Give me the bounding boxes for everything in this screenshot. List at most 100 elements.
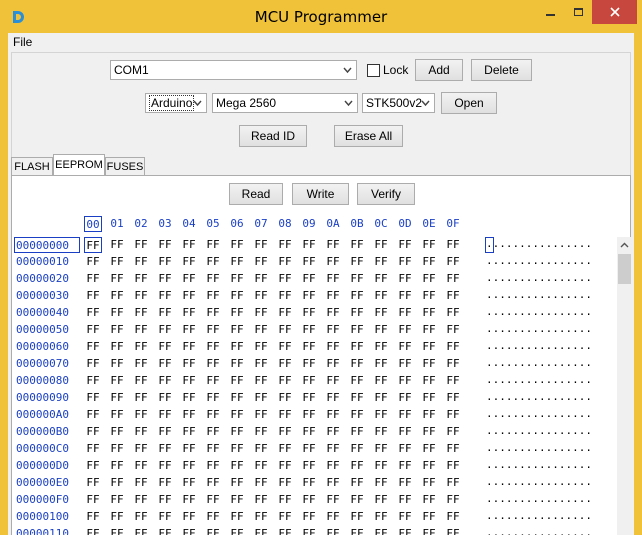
hex-cell[interactable]: FF: [276, 424, 294, 440]
hex-cell[interactable]: FF: [228, 509, 246, 525]
hex-cell[interactable]: FF: [108, 390, 126, 406]
scroll-thumb[interactable]: [618, 254, 631, 284]
hex-cell[interactable]: FF: [372, 458, 390, 474]
hex-cell[interactable]: FF: [84, 424, 102, 440]
hex-cell[interactable]: FF: [252, 271, 270, 287]
hex-cell[interactable]: FF: [276, 475, 294, 491]
hex-cell[interactable]: FF: [180, 305, 198, 321]
hex-cell[interactable]: FF: [276, 356, 294, 372]
hex-cell[interactable]: FF: [300, 356, 318, 372]
hex-cell[interactable]: FF: [204, 492, 222, 508]
hex-cell[interactable]: FF: [108, 356, 126, 372]
hex-cell[interactable]: FF: [180, 475, 198, 491]
hex-cell[interactable]: FF: [84, 475, 102, 491]
hex-cell[interactable]: FF: [396, 492, 414, 508]
hex-cell[interactable]: FF: [276, 339, 294, 355]
hex-cell[interactable]: FF: [132, 339, 150, 355]
add-port-button[interactable]: Add: [415, 59, 463, 81]
hex-cell[interactable]: FF: [444, 424, 462, 440]
hex-cell[interactable]: FF: [84, 373, 102, 389]
hex-cell[interactable]: FF: [84, 356, 102, 372]
hex-cell[interactable]: FF: [108, 339, 126, 355]
hex-cell[interactable]: FF: [348, 526, 366, 535]
verify-button[interactable]: Verify: [357, 183, 415, 205]
hex-cell[interactable]: FF: [108, 441, 126, 457]
ascii-row[interactable]: ................: [486, 356, 610, 372]
hex-cell[interactable]: FF: [156, 237, 174, 253]
hex-cell[interactable]: FF: [276, 288, 294, 304]
hex-cell[interactable]: FF: [324, 509, 342, 525]
hex-cell[interactable]: FF: [276, 407, 294, 423]
hex-cell[interactable]: FF: [324, 492, 342, 508]
tab-eeprom[interactable]: EEPROM: [53, 154, 105, 175]
hex-cell[interactable]: FF: [132, 373, 150, 389]
hex-cell[interactable]: FF: [300, 373, 318, 389]
hex-cell[interactable]: FF: [324, 424, 342, 440]
hex-cell[interactable]: FF: [156, 509, 174, 525]
hex-cell[interactable]: FF: [180, 407, 198, 423]
hex-cell[interactable]: FF: [420, 475, 438, 491]
title-bar[interactable]: MCU Programmer: [0, 0, 642, 33]
hex-cell[interactable]: FF: [156, 492, 174, 508]
hex-cell[interactable]: FF: [396, 475, 414, 491]
hex-cell[interactable]: FF: [204, 305, 222, 321]
hex-cell[interactable]: FF: [300, 271, 318, 287]
ascii-row[interactable]: ................: [486, 475, 610, 491]
hex-cell[interactable]: FF: [108, 271, 126, 287]
hex-cell[interactable]: FF: [108, 458, 126, 474]
hex-cell[interactable]: FF: [252, 475, 270, 491]
hex-cell[interactable]: FF: [420, 441, 438, 457]
hex-cell[interactable]: FF: [228, 475, 246, 491]
hex-cell[interactable]: FF: [252, 237, 270, 253]
open-button[interactable]: Open: [441, 92, 497, 114]
hex-cell[interactable]: FF: [348, 271, 366, 287]
hex-cell[interactable]: FF: [372, 322, 390, 338]
hex-cell[interactable]: FF: [228, 526, 246, 535]
hex-cell[interactable]: FF: [252, 424, 270, 440]
hex-cell[interactable]: FF: [132, 492, 150, 508]
hex-cell[interactable]: FF: [372, 509, 390, 525]
hex-cell[interactable]: FF: [276, 254, 294, 270]
hex-cell[interactable]: FF: [420, 322, 438, 338]
read-button[interactable]: Read: [229, 183, 283, 205]
hex-cell[interactable]: FF: [420, 526, 438, 535]
hex-cell[interactable]: FF: [276, 458, 294, 474]
hex-cell[interactable]: FF: [348, 356, 366, 372]
hex-cell[interactable]: FF: [420, 492, 438, 508]
hex-cell[interactable]: FF: [132, 475, 150, 491]
hex-cell[interactable]: FF: [156, 407, 174, 423]
hex-cell[interactable]: FF: [108, 237, 126, 253]
hex-cell[interactable]: FF: [180, 271, 198, 287]
hex-cell[interactable]: FF: [180, 492, 198, 508]
hex-cell[interactable]: FF: [348, 492, 366, 508]
hex-cell[interactable]: FF: [204, 390, 222, 406]
hex-cell[interactable]: FF: [252, 305, 270, 321]
hex-cell[interactable]: FF: [396, 526, 414, 535]
hex-cell[interactable]: FF: [108, 424, 126, 440]
hex-cell[interactable]: FF: [420, 390, 438, 406]
hex-cell[interactable]: FF: [324, 322, 342, 338]
hex-cell[interactable]: FF: [444, 288, 462, 304]
hex-cell[interactable]: FF: [372, 237, 390, 253]
hex-cell[interactable]: FF: [180, 356, 198, 372]
hex-cell[interactable]: FF: [444, 458, 462, 474]
hex-cell[interactable]: FF: [444, 339, 462, 355]
hex-cell[interactable]: FF: [84, 288, 102, 304]
hex-cell[interactable]: FF: [132, 254, 150, 270]
hex-cell[interactable]: FF: [84, 390, 102, 406]
hex-cell[interactable]: FF: [132, 526, 150, 535]
hex-cell[interactable]: FF: [228, 441, 246, 457]
hex-cell[interactable]: FF: [156, 373, 174, 389]
hex-cell[interactable]: FF: [180, 441, 198, 457]
hex-cell[interactable]: FF: [372, 492, 390, 508]
hex-cell[interactable]: FF: [420, 458, 438, 474]
port-select[interactable]: COM1: [110, 60, 357, 80]
hex-cell[interactable]: FF: [420, 271, 438, 287]
hex-cell[interactable]: FF: [324, 526, 342, 535]
hex-cell[interactable]: FF: [372, 407, 390, 423]
hex-cell[interactable]: FF: [300, 458, 318, 474]
lock-checkbox[interactable]: [367, 64, 380, 77]
ascii-row[interactable]: ................: [486, 339, 610, 355]
hex-cell[interactable]: FF: [132, 322, 150, 338]
hex-cell[interactable]: FF: [204, 407, 222, 423]
